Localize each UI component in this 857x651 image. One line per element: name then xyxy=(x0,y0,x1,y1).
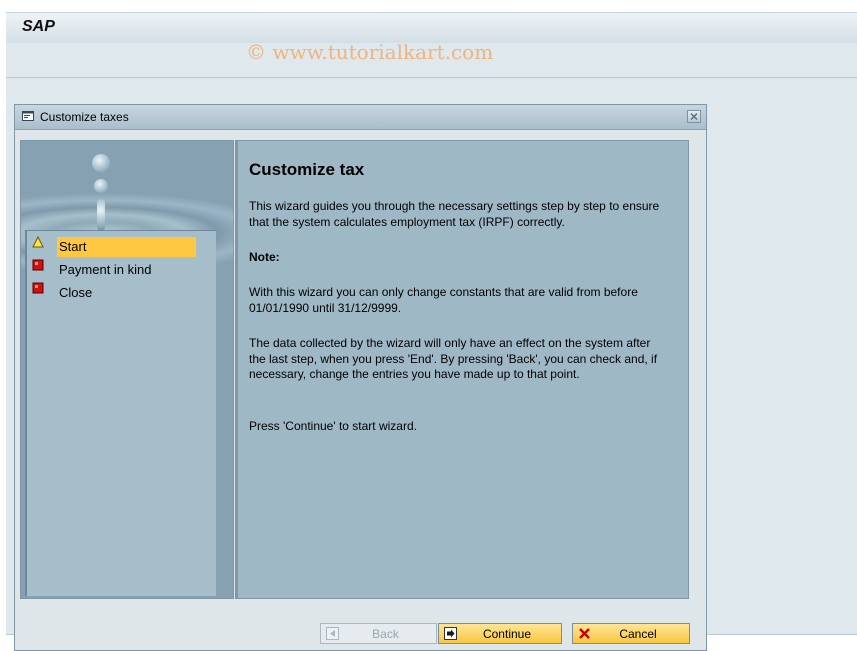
back-button-label: Back xyxy=(372,627,399,641)
step-payment-in-kind[interactable]: Payment in kind xyxy=(27,256,216,278)
data-collection-text: The data collected by the wizard will on… xyxy=(249,336,658,381)
step-label: Close xyxy=(59,285,93,300)
wizard-content-panel: Customize tax This wizard guides you thr… xyxy=(235,140,689,599)
continue-hint-text: Press 'Continue' to start wizard. xyxy=(249,419,417,433)
red-stop-icon xyxy=(32,282,44,294)
note-text: With this wizard you can only change con… xyxy=(249,285,638,315)
dialog-window-icon xyxy=(22,111,34,121)
continue-button-label: Continue xyxy=(482,627,532,641)
note-heading: Note: xyxy=(249,250,280,264)
water-drop-graphic xyxy=(97,199,105,231)
customize-taxes-dialog: Customize taxes Start Payment in kind Cl… xyxy=(14,104,707,651)
close-icon[interactable] xyxy=(687,110,701,123)
app-header: SAP xyxy=(6,12,857,43)
water-drop-graphic xyxy=(92,154,110,172)
water-drop-graphic xyxy=(94,179,108,193)
content-title: Customize tax xyxy=(249,160,365,179)
cancel-button-label: Cancel xyxy=(619,627,657,641)
step-close[interactable]: Close xyxy=(27,279,216,301)
watermark: © www.tutorialkart.com xyxy=(246,40,494,64)
continue-button[interactable]: Continue xyxy=(438,623,562,644)
step-list: Start Payment in kind Close xyxy=(25,230,216,596)
back-button[interactable]: Back xyxy=(320,623,437,644)
step-label: Payment in kind xyxy=(59,262,152,277)
dialog-titlebar[interactable]: Customize taxes xyxy=(15,105,706,130)
red-stop-icon xyxy=(32,259,44,271)
warning-triangle-icon xyxy=(32,236,44,248)
intro-text: This wizard guides you through the neces… xyxy=(249,199,660,229)
step-label: Start xyxy=(57,237,196,257)
step-start[interactable]: Start xyxy=(27,233,216,257)
cancel-button[interactable]: Cancel xyxy=(572,623,690,644)
dialog-title: Customize taxes xyxy=(40,110,129,124)
sap-logo: SAP xyxy=(22,18,55,35)
wizard-steps-panel: Start Payment in kind Close xyxy=(20,140,234,599)
